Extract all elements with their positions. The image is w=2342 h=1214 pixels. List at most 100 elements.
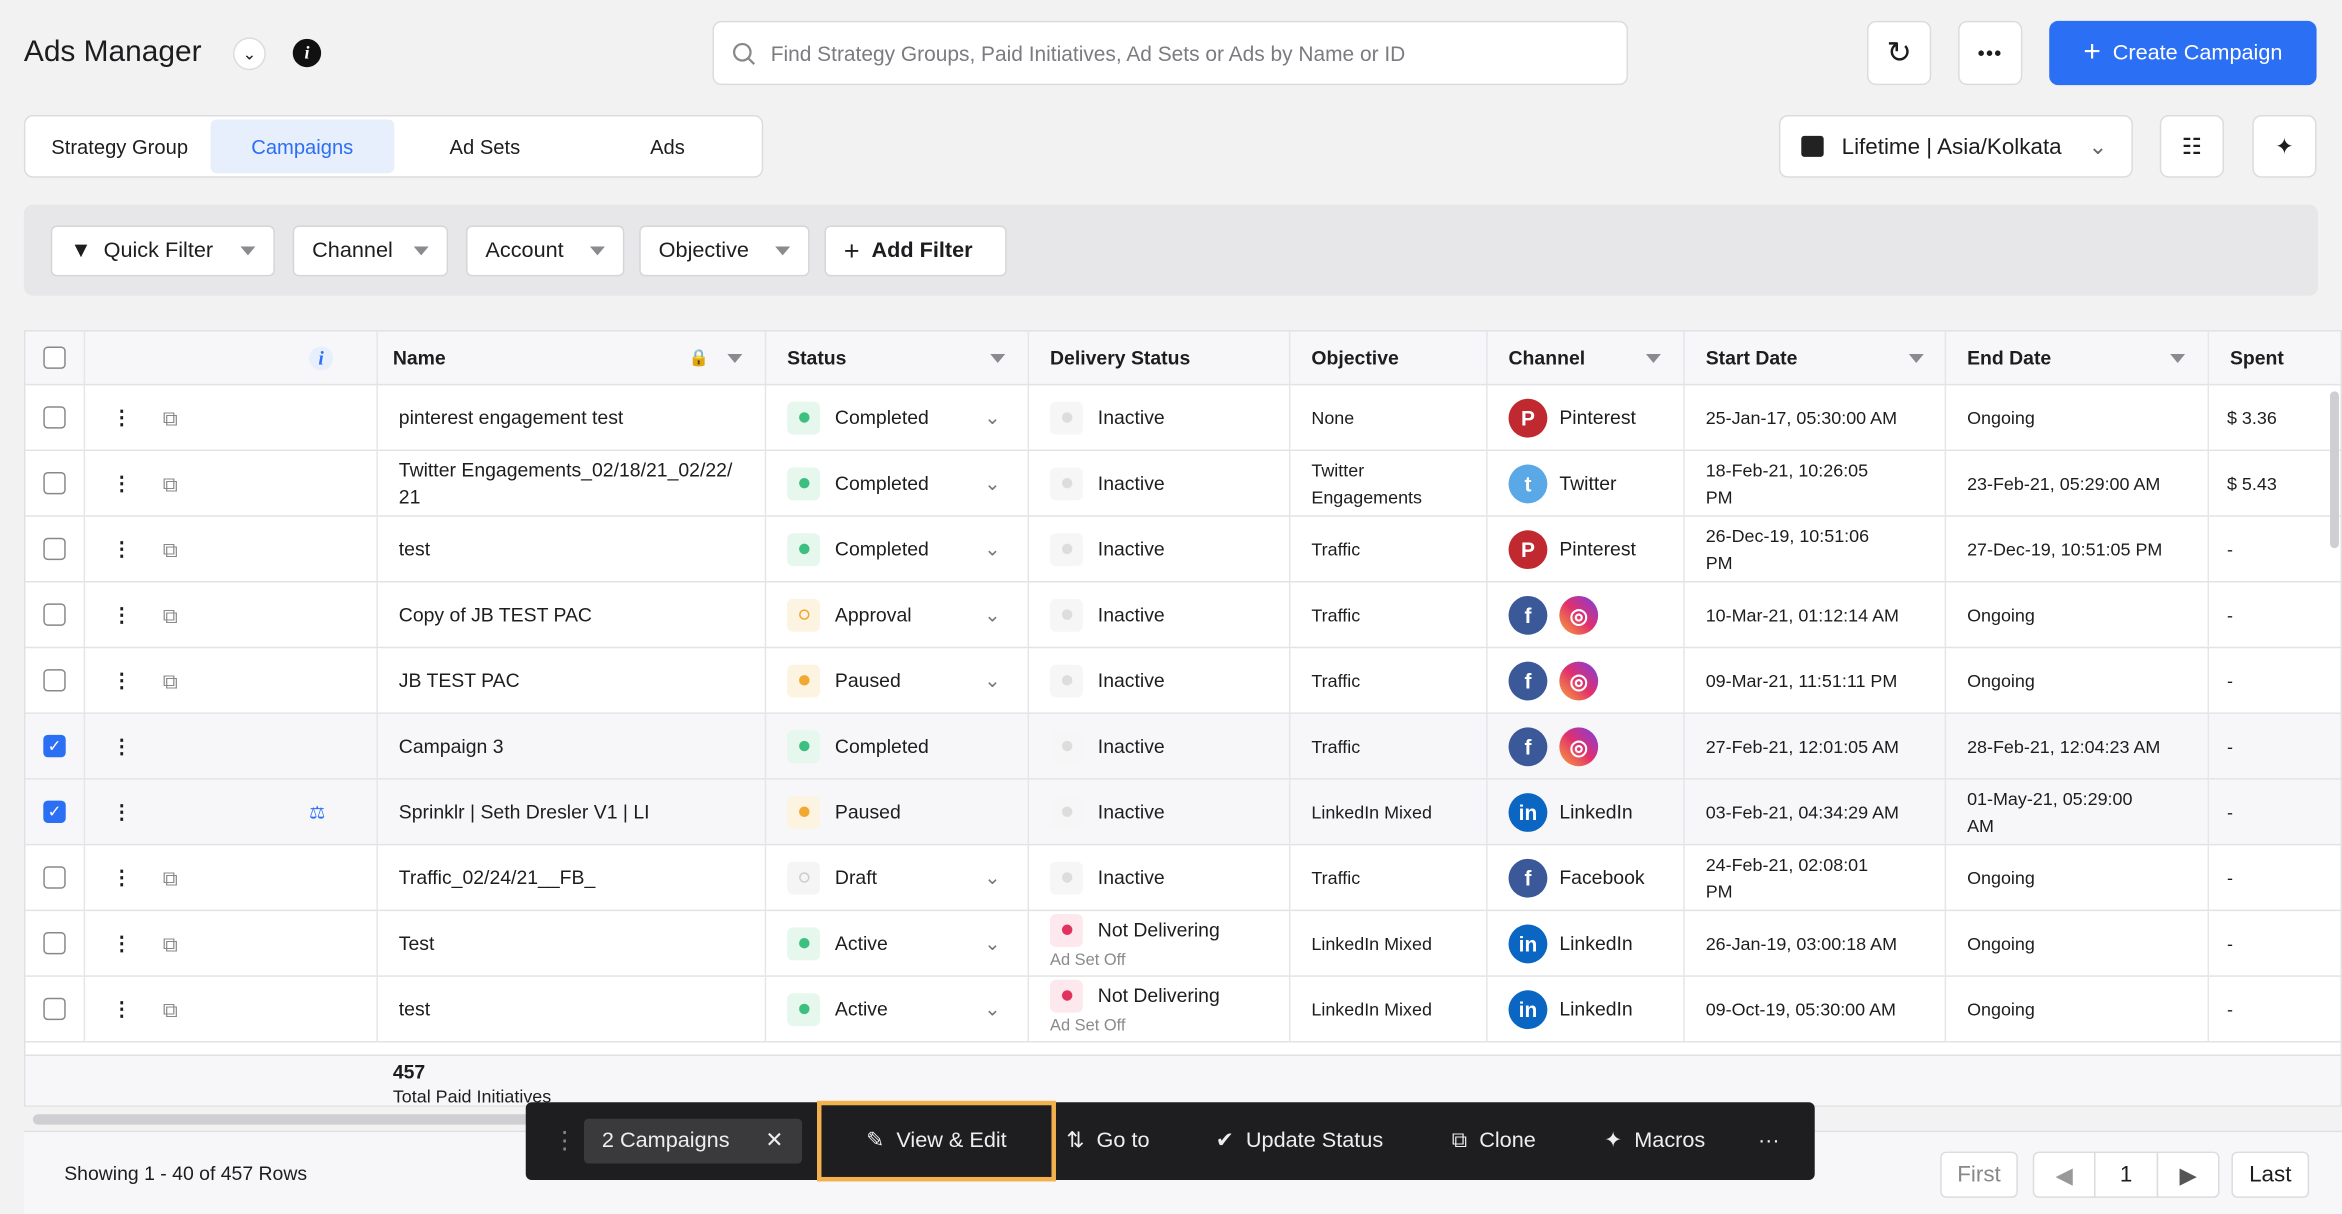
tab-ad-sets[interactable]: Ad Sets [394,119,577,173]
campaign-name[interactable]: JB TEST PAC [399,667,520,694]
row-checkbox[interactable] [43,932,66,955]
table-row[interactable]: ⋮ ⧉ Twitter Engagements_02/18/21_02/22/21… [25,451,2341,517]
row-menu-icon[interactable]: ⋮ [112,864,131,891]
row-menu-icon[interactable]: ⋮ [112,930,131,957]
first-page-button[interactable]: First [1940,1151,2018,1198]
tab-ads[interactable]: Ads [576,119,759,173]
column-start-date[interactable]: Start Date [1706,344,1798,371]
row-checkbox[interactable] [43,866,66,889]
open-external-icon[interactable]: ⧉ [163,667,178,694]
row-checkbox[interactable] [43,471,66,495]
campaign-name[interactable]: Sprinklr | Seth Dresler V1 | LI [399,798,650,825]
macros-button[interactable]: ✦ Macros [1604,1102,1705,1180]
column-end-date[interactable]: End Date [1967,344,2051,371]
campaign-name[interactable]: Twitter Engagements_02/18/21_02/22/21 [399,456,735,510]
date-range-picker[interactable]: Lifetime | Asia/Kolkata ⌄ [1778,115,2133,178]
campaign-name[interactable]: Traffic_02/24/21__FB_ [399,864,595,891]
campaign-name[interactable]: pinterest engagement test [399,404,624,431]
column-status[interactable]: Status [787,344,846,371]
row-menu-icon[interactable]: ⋮ [112,470,131,497]
table-row[interactable]: ✓ ⋮ Campaign 3 Completed Inactive Traffi… [25,713,2341,780]
add-filter-button[interactable]: + Add Filter [824,225,1007,277]
more-actions-button[interactable]: ··· [1758,1102,1780,1180]
status-dropdown[interactable]: Active ⌄ [766,976,1030,1042]
status-dropdown[interactable]: Approval ⌄ [766,582,1030,647]
column-menu-icon[interactable] [727,353,743,363]
open-external-icon[interactable]: ⧉ [163,470,178,497]
update-status-button[interactable]: ✔ Update Status [1216,1102,1383,1180]
table-row[interactable]: ⋮ ⧉ Traffic_02/24/21__FB_ Draft ⌄ Inactive… [25,845,2341,912]
status-dropdown[interactable]: Completed ⌄ [766,385,1030,450]
status-dropdown[interactable]: Draft ⌄ [766,845,1030,910]
row-checkbox[interactable] [43,537,66,561]
go-to-button[interactable]: ⇅ Go to [1066,1102,1149,1180]
page-number-input[interactable]: 1 [2094,1151,2159,1198]
account-filter[interactable]: Account [466,225,625,277]
channel-filter[interactable]: Channel [292,225,449,277]
horizontal-scrollbar[interactable] [32,1114,541,1125]
column-spent[interactable]: Spent [2230,344,2284,371]
more-options-button[interactable]: ••• [1958,20,2023,86]
open-external-icon[interactable]: ⧉ [163,864,178,891]
column-menu-icon[interactable] [990,353,1006,363]
status-dropdown[interactable]: Completed ⌄ [766,451,1030,516]
create-campaign-button[interactable]: + Create Campaign [2049,20,2317,86]
column-delivery-status[interactable]: Delivery Status [1050,344,1190,371]
row-menu-icon[interactable]: ⋮ [112,601,131,628]
row-checkbox[interactable] [43,669,66,692]
columns-button[interactable]: ☷ [2159,115,2224,178]
row-menu-icon[interactable]: ⋮ [112,733,131,760]
open-external-icon[interactable]: ⧉ [163,995,178,1022]
row-checkbox[interactable] [43,603,66,626]
close-icon[interactable]: ✕ [765,1129,783,1153]
clone-button[interactable]: ⧉ Clone [1452,1102,1536,1180]
open-external-icon[interactable]: ⧉ [163,930,178,957]
next-page-button[interactable]: ▶ [2156,1151,2220,1198]
status-dropdown[interactable]: Paused ⌄ [766,648,1030,713]
status-dropdown[interactable]: Active ⌄ [766,911,1030,976]
tab-strategy-group[interactable]: Strategy Group [28,119,211,173]
row-checkbox[interactable] [43,406,66,429]
row-checkbox[interactable]: ✓ [43,734,66,758]
column-objective[interactable]: Objective [1311,344,1398,371]
status-dropdown[interactable]: Completed ⌄ [766,516,1030,582]
row-checkbox[interactable] [43,997,66,1021]
vertical-scrollbar[interactable] [2330,391,2339,549]
last-page-button[interactable]: Last [2231,1151,2310,1198]
objective-filter[interactable]: Objective [639,225,810,277]
open-external-icon[interactable]: ⧉ [163,535,178,562]
workspace-dropdown[interactable]: ⌄ [233,37,266,71]
column-menu-icon[interactable] [2170,353,2186,363]
table-row[interactable]: ⋮ ⧉ JB TEST PAC Paused ⌄ Inactive Traffic … [25,648,2341,714]
campaign-name[interactable]: test [399,535,430,562]
table-row[interactable]: ⋮ ⧉ Copy of JB TEST PAC Approval ⌄ Inactiv… [25,582,2341,649]
table-row[interactable]: ⋮ ⧉ Test Active ⌄ Not Delivering Ad Set Off… [25,911,2341,977]
row-menu-icon[interactable]: ⋮ [112,995,131,1022]
column-menu-icon[interactable] [1645,353,1661,363]
quick-filter-button[interactable]: ▼ Quick Filter [50,225,275,277]
refresh-button[interactable]: ↻ [1867,20,1932,86]
campaign-name[interactable]: Test [399,930,435,957]
select-all-checkbox[interactable] [43,346,66,369]
tab-campaigns[interactable]: Campaigns [210,119,394,174]
view-edit-button[interactable]: ✎ View & Edit [816,1100,1056,1182]
table-row[interactable]: ⋮ ⧉ test Active ⌄ Not Delivering Ad Set Off… [25,976,2341,1043]
column-channel[interactable]: Channel [1509,344,1586,371]
column-menu-icon[interactable] [1908,353,1924,363]
open-external-icon[interactable]: ⧉ [163,601,178,628]
magic-wand-button[interactable]: ✦ [2252,115,2317,178]
row-checkbox[interactable]: ✓ [43,800,66,823]
info-icon[interactable]: i [292,38,322,68]
column-name[interactable]: Name [393,344,446,371]
search-input[interactable]: Find Strategy Groups, Paid Initiatives, … [712,20,1629,86]
campaign-name[interactable]: test [399,995,430,1022]
row-menu-icon[interactable]: ⋮ [112,535,131,562]
campaign-name[interactable]: Copy of JB TEST PAC [399,601,592,628]
table-row[interactable]: ⋮ ⧉ test Completed ⌄ Inactive Traffic P Pin… [25,516,2341,583]
campaign-name[interactable]: Campaign 3 [399,733,504,760]
table-row[interactable]: ✓ ⋮ ⚖ Sprinklr | Seth Dresler V1 | LI Pau… [25,779,2341,846]
row-menu-icon[interactable]: ⋮ [112,798,131,825]
prev-page-button[interactable]: ◀ [2032,1151,2096,1198]
table-row[interactable]: ⋮ ⧉ pinterest engagement test Completed ⌄ … [25,385,2341,452]
row-menu-icon[interactable]: ⋮ [112,667,131,694]
